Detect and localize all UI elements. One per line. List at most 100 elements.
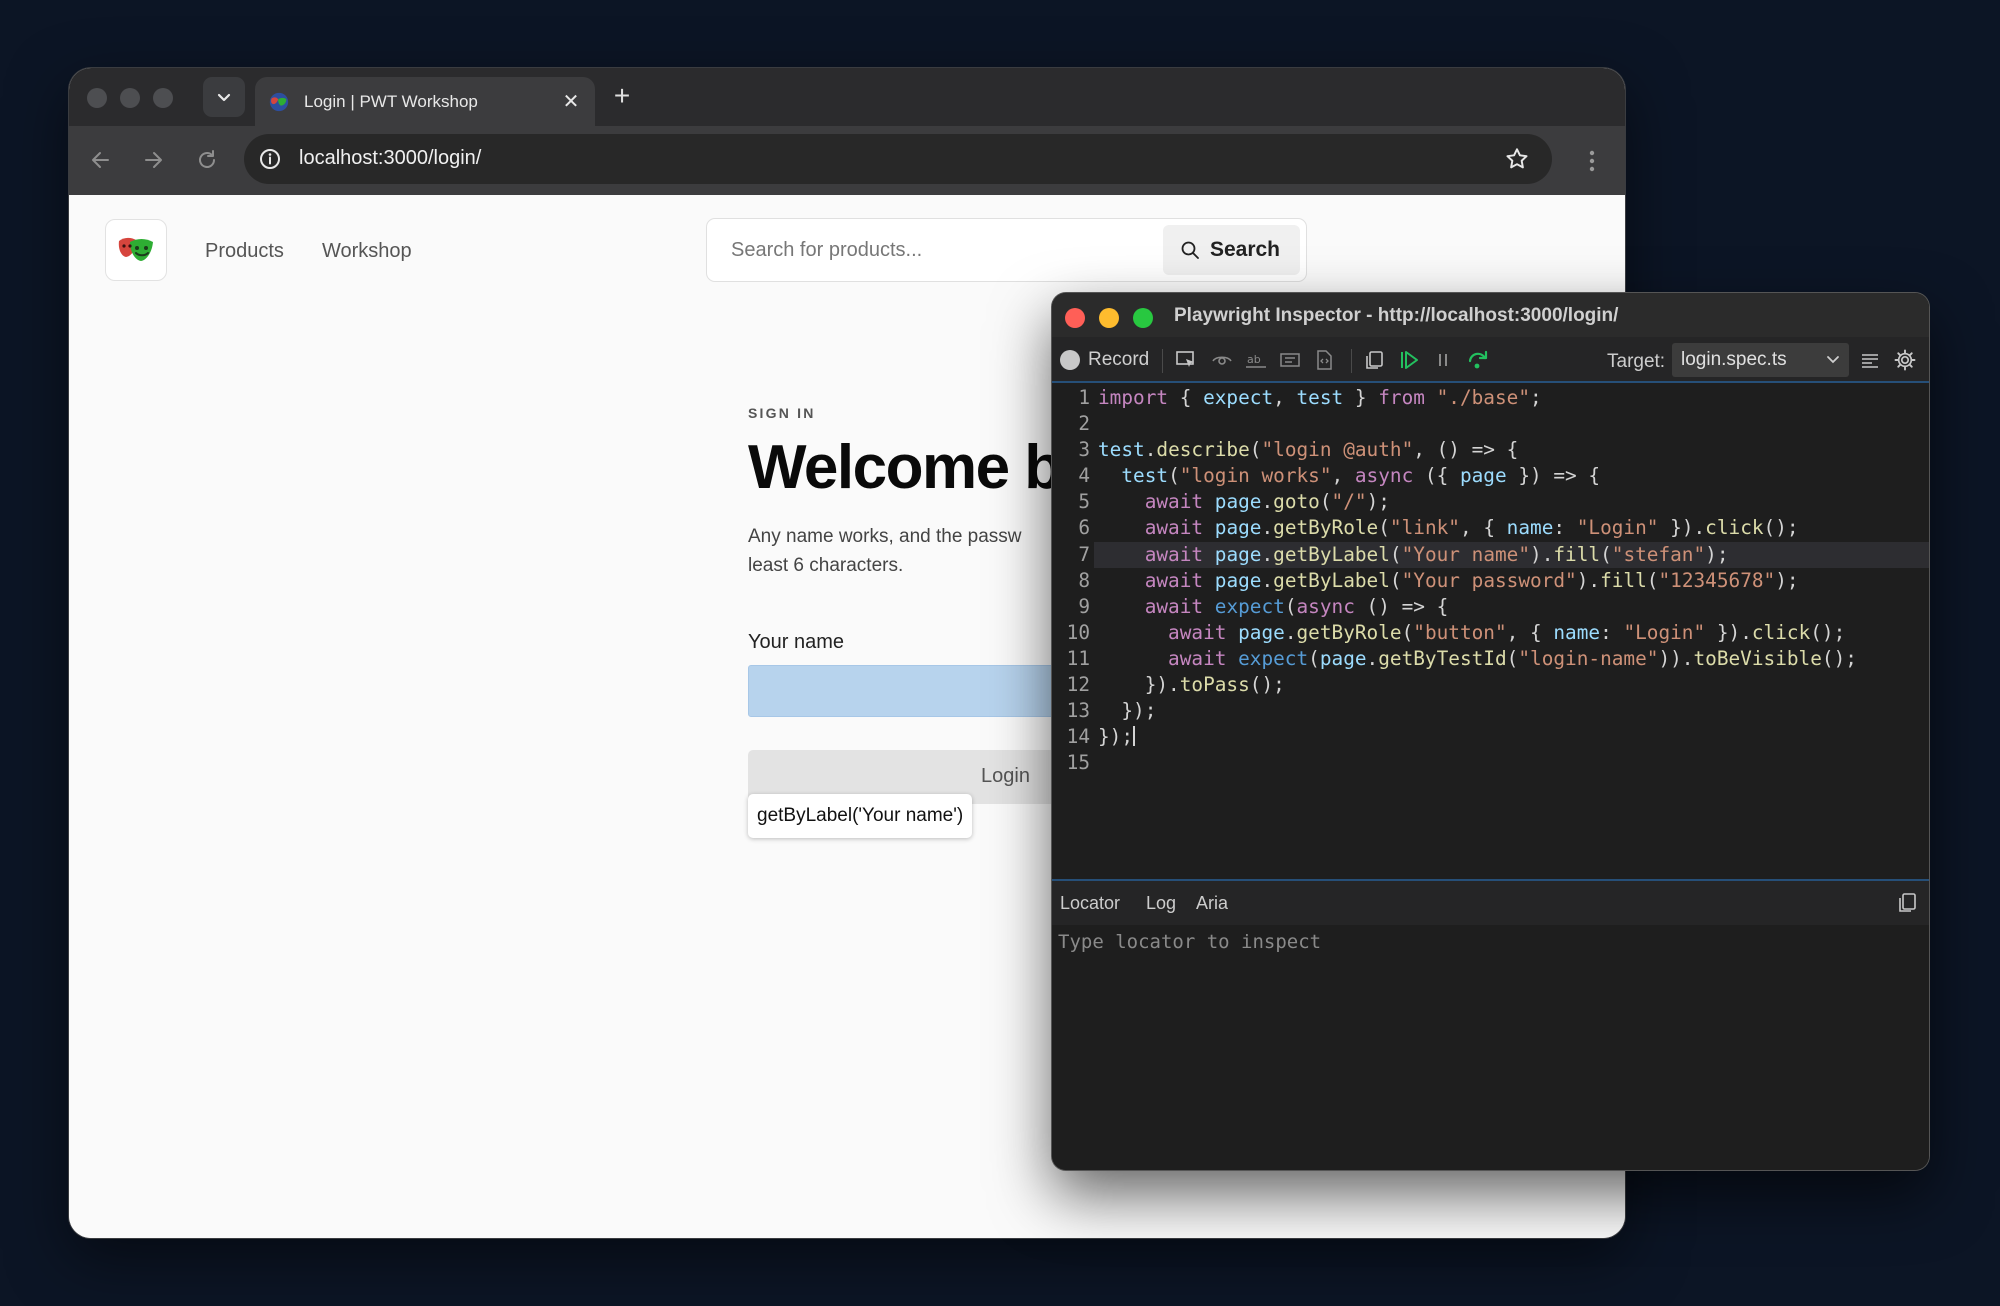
code-line[interactable]: 4 test("login works", async ({ page }) =…	[1052, 463, 1929, 489]
window-zoom-button[interactable]	[153, 88, 173, 108]
back-arrow-icon	[92, 152, 109, 168]
code-editor[interactable]: 1 import { expect, test } from "./base";​…	[1052, 385, 1929, 879]
code-text[interactable]: await page.getByRole("link", { name: "Lo…	[1094, 515, 1929, 541]
assert-visibility-icon[interactable]	[1209, 348, 1235, 372]
inspector-titlebar: Playwright Inspector - http://localhost:…	[1052, 293, 1929, 337]
code-text[interactable]: await page.getByLabel("Your name").fill(…	[1094, 541, 1929, 568]
locator-tooltip: getByLabel('Your name')	[748, 794, 973, 838]
code-line[interactable]: 5 await page.goto("/");​	[1052, 489, 1929, 515]
code-text[interactable]: test("login works", async ({ page }) => …	[1094, 463, 1929, 489]
search-input[interactable]	[708, 220, 1168, 280]
inspector-zoom-button[interactable]	[1133, 308, 1153, 328]
line-number: 13	[1066, 699, 1090, 723]
close-icon[interactable]: ✕	[561, 92, 581, 112]
wrap-icon[interactable]	[1857, 348, 1883, 372]
code-line[interactable]: 1 import { expect, test } from "./base";​	[1052, 385, 1929, 411]
gear-icon[interactable]	[1892, 348, 1918, 372]
tab-aria[interactable]: Aria	[1196, 893, 1228, 914]
inspector-close-button[interactable]	[1065, 308, 1085, 328]
site-logo[interactable]	[105, 219, 167, 281]
search-icon	[1181, 241, 1199, 259]
info-icon[interactable]	[258, 147, 282, 171]
nav-link-workshop[interactable]: Workshop	[322, 240, 412, 263]
name-field-label: Your name	[748, 631, 844, 653]
playwright-favicon-icon	[269, 92, 289, 111]
code-line[interactable]: 9 await expect(async () => {​	[1052, 594, 1929, 620]
toolbar-divider	[1162, 349, 1163, 373]
back-button[interactable]	[85, 144, 117, 176]
code-text[interactable]: });​	[1094, 724, 1929, 750]
star-icon[interactable]	[1504, 146, 1530, 172]
code-text[interactable]: await expect(async () => {​	[1094, 594, 1929, 620]
nav-link-products[interactable]: Products	[205, 240, 284, 263]
line-number: 15	[1066, 751, 1090, 775]
inspector-title: Playwright Inspector - http://localhost:…	[1174, 305, 1619, 326]
reload-icon	[199, 150, 215, 168]
code-text[interactable]: ​	[1094, 411, 1929, 437]
locator-input[interactable]: Type locator to inspect	[1058, 931, 1321, 953]
line-number: 8	[1078, 568, 1090, 592]
reload-button[interactable]	[191, 144, 223, 176]
chevron-down-icon	[217, 93, 231, 102]
chevron-down-icon	[1827, 356, 1839, 364]
forward-arrow-icon	[145, 152, 162, 168]
code-line[interactable]: 12 }).toPass();​	[1052, 672, 1929, 698]
page-title: Welcome b	[748, 433, 1062, 502]
code-line[interactable]: 8 await page.getByLabel("Your password")…	[1052, 568, 1929, 594]
line-number: 14	[1066, 725, 1090, 749]
code-text[interactable]: await page.getByRole("button", { name: "…	[1094, 620, 1929, 646]
window-minimize-button[interactable]	[120, 88, 140, 108]
code-line[interactable]: 11 await expect(page.getByTestId("login-…	[1052, 646, 1929, 672]
inspector-window: Playwright Inspector - http://localhost:…	[1052, 293, 1929, 1170]
code-line[interactable]: 7 await page.getByLabel("Your name").fil…	[1052, 541, 1929, 568]
line-number: 3	[1078, 438, 1090, 462]
code-line[interactable]: 3 test.describe("login @auth", () => {​	[1052, 437, 1929, 463]
code-line[interactable]: 15​	[1052, 750, 1929, 776]
code-text[interactable]: });​	[1094, 698, 1929, 724]
line-number: 7	[1078, 542, 1090, 566]
code-text[interactable]: }).toPass();​	[1094, 672, 1929, 698]
line-number: 9	[1078, 594, 1090, 618]
tab-login[interactable]: Login | PWT Workshop ✕	[255, 77, 595, 126]
code-text[interactable]: test.describe("login @auth", () => {​	[1094, 437, 1929, 463]
code-line[interactable]: 14});​	[1052, 724, 1929, 750]
record-button[interactable]: Record	[1088, 349, 1149, 371]
url-text[interactable]: localhost:3000/login/	[299, 147, 481, 170]
window-close-button[interactable]	[87, 88, 107, 108]
forward-button[interactable]	[137, 144, 169, 176]
resume-icon[interactable]	[1396, 348, 1422, 372]
code-text[interactable]: await page.goto("/");​	[1094, 489, 1929, 515]
record-icon[interactable]	[1060, 350, 1080, 370]
inspector-minimize-button[interactable]	[1099, 308, 1119, 328]
assert-snapshot-icon[interactable]	[1311, 348, 1337, 372]
line-number: 2	[1078, 412, 1090, 436]
pick-locator-icon[interactable]	[1173, 348, 1199, 372]
code-text[interactable]: ​	[1094, 750, 1929, 776]
line-number: 11	[1066, 646, 1090, 670]
code-line[interactable]: 10 await page.getByRole("button", { name…	[1052, 620, 1929, 646]
code-text[interactable]: import { expect, test } from "./base";​	[1094, 385, 1929, 411]
step-over-icon[interactable]	[1465, 348, 1491, 372]
code-text[interactable]: await expect(page.getByTestId("login-nam…	[1094, 646, 1929, 672]
code-text[interactable]: await page.getByLabel("Your password").f…	[1094, 568, 1929, 594]
assert-value-icon[interactable]	[1277, 348, 1303, 372]
more-vertical-icon[interactable]	[1582, 146, 1602, 176]
code-line[interactable]: 2​	[1052, 411, 1929, 437]
target-select[interactable]: login.spec.ts	[1672, 343, 1849, 377]
pause-icon[interactable]	[1430, 348, 1456, 372]
sign-in-eyebrow: SIGN IN	[748, 405, 816, 421]
tab-locator[interactable]: Locator	[1060, 893, 1120, 914]
code-line[interactable]: 6 await page.getByRole("link", { name: "…	[1052, 515, 1929, 541]
tab-log[interactable]: Log	[1146, 893, 1176, 914]
search-button[interactable]: Search	[1162, 225, 1300, 275]
copy-icon[interactable]	[1895, 891, 1919, 915]
address-bar[interactable]: localhost:3000/login/	[244, 134, 1552, 184]
tab-search-button[interactable]	[203, 77, 245, 117]
browser-toolbar: localhost:3000/login/	[69, 126, 1625, 195]
tab-strip: Login | PWT Workshop ✕ +	[69, 68, 1625, 126]
assert-text-icon[interactable]: ab	[1243, 348, 1269, 372]
line-number: 4	[1078, 464, 1090, 488]
code-line[interactable]: 13 });​	[1052, 698, 1929, 724]
copy-icon[interactable]	[1361, 348, 1387, 372]
plus-icon[interactable]: +	[607, 82, 637, 112]
